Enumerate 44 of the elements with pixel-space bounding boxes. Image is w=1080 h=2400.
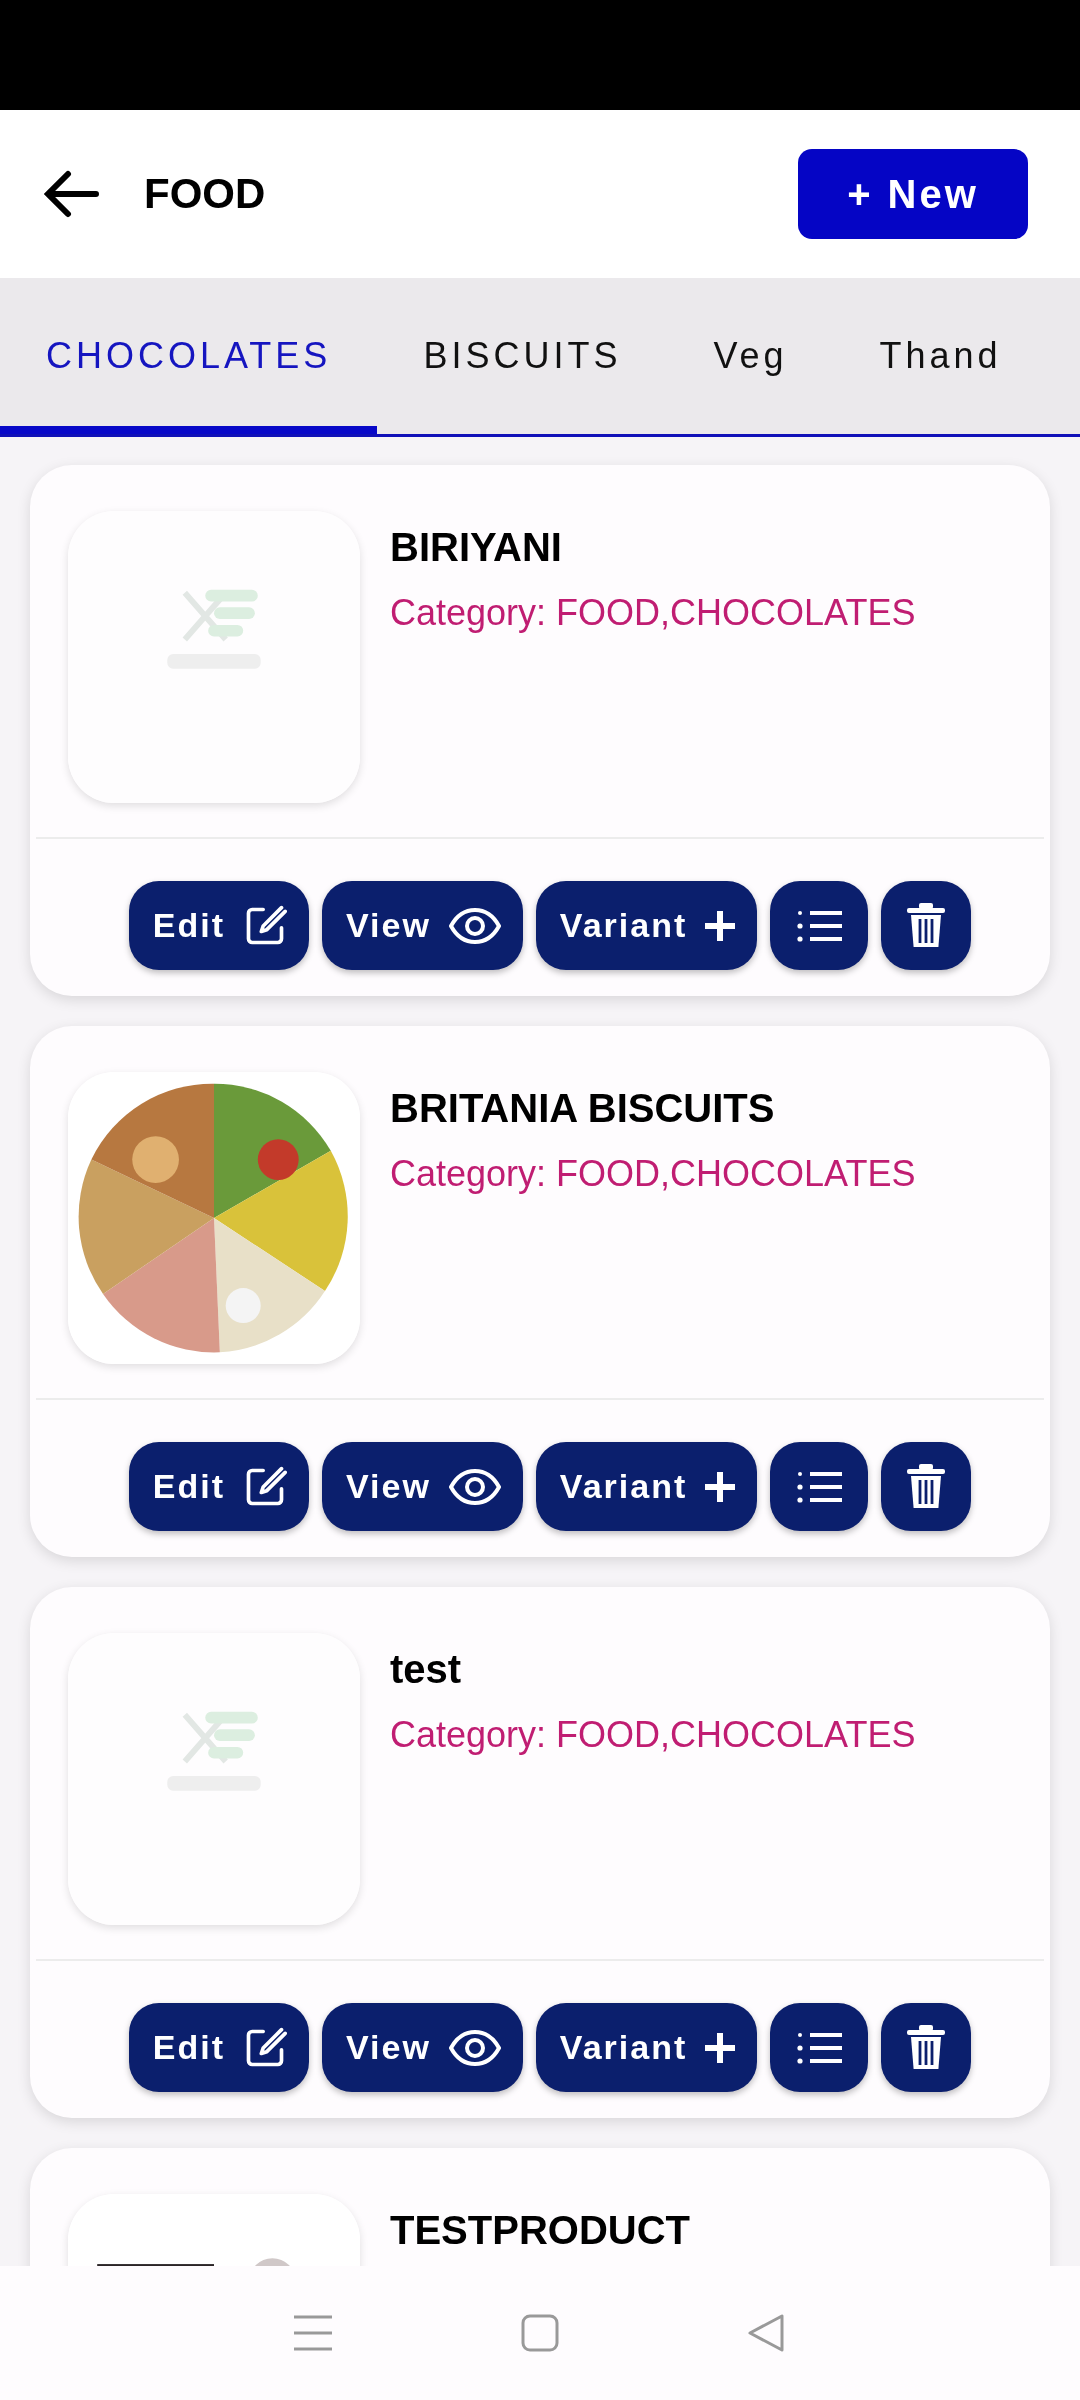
list-button[interactable]	[770, 1442, 869, 1531]
product-category: Category: FOOD,CHOCOLATES	[390, 1714, 916, 1756]
view-button[interactable]: View	[321, 1442, 523, 1531]
eye-icon	[448, 1466, 501, 1507]
plus-icon	[705, 2032, 736, 2063]
plus-icon	[705, 1471, 736, 1502]
trash-icon	[907, 1463, 946, 1510]
product-name: test	[390, 1647, 463, 1692]
category-tab[interactable]: Veg	[667, 278, 834, 434]
category-tab[interactable]: CHOCOLATES	[0, 278, 378, 434]
category-tab[interactable]: Thand	[833, 278, 1002, 434]
back-triangle-icon[interactable]	[747, 2314, 786, 2352]
list-button[interactable]	[770, 2003, 869, 2092]
variant-button[interactable]: Variant	[535, 2003, 758, 2092]
delete-button[interactable]	[881, 881, 972, 970]
view-button[interactable]: View	[321, 881, 523, 970]
edit-button[interactable]: Edit	[128, 1442, 309, 1531]
product-category: Category: FOOD,CHOCOLATES	[390, 1153, 916, 1195]
product-category: Category: FOOD,CHOCOLATES	[390, 592, 916, 634]
eye-icon	[448, 905, 501, 946]
variant-button[interactable]: Variant	[535, 881, 758, 970]
list-icon	[796, 2030, 843, 2065]
list-icon	[796, 908, 843, 943]
list-button[interactable]	[770, 881, 869, 970]
plus-icon	[705, 910, 736, 941]
product-name: BRITANIA BISCUITS	[390, 1086, 776, 1131]
eye-icon	[448, 2027, 501, 2068]
menu-icon[interactable]	[294, 2315, 333, 2351]
trash-icon	[907, 902, 946, 949]
trash-icon	[907, 2024, 946, 2071]
back-arrow-icon[interactable]	[44, 170, 100, 218]
list-icon	[796, 1469, 843, 1504]
category-tab[interactable]: BISCUITS	[377, 278, 668, 434]
edit-button[interactable]: Edit	[128, 881, 309, 970]
new-button[interactable]: + New	[798, 149, 1028, 239]
edit-button[interactable]: Edit	[128, 2003, 309, 2092]
page-title: FOOD	[144, 170, 267, 218]
delete-button[interactable]	[881, 2003, 972, 2092]
view-button[interactable]: View	[321, 2003, 523, 2092]
product-name: BIRIYANI	[390, 525, 563, 570]
delete-button[interactable]	[881, 1442, 972, 1531]
square-icon[interactable]	[521, 2314, 559, 2352]
product-name: TESTPRODUCT	[390, 2208, 690, 2253]
variant-button[interactable]: Variant	[535, 1442, 758, 1531]
